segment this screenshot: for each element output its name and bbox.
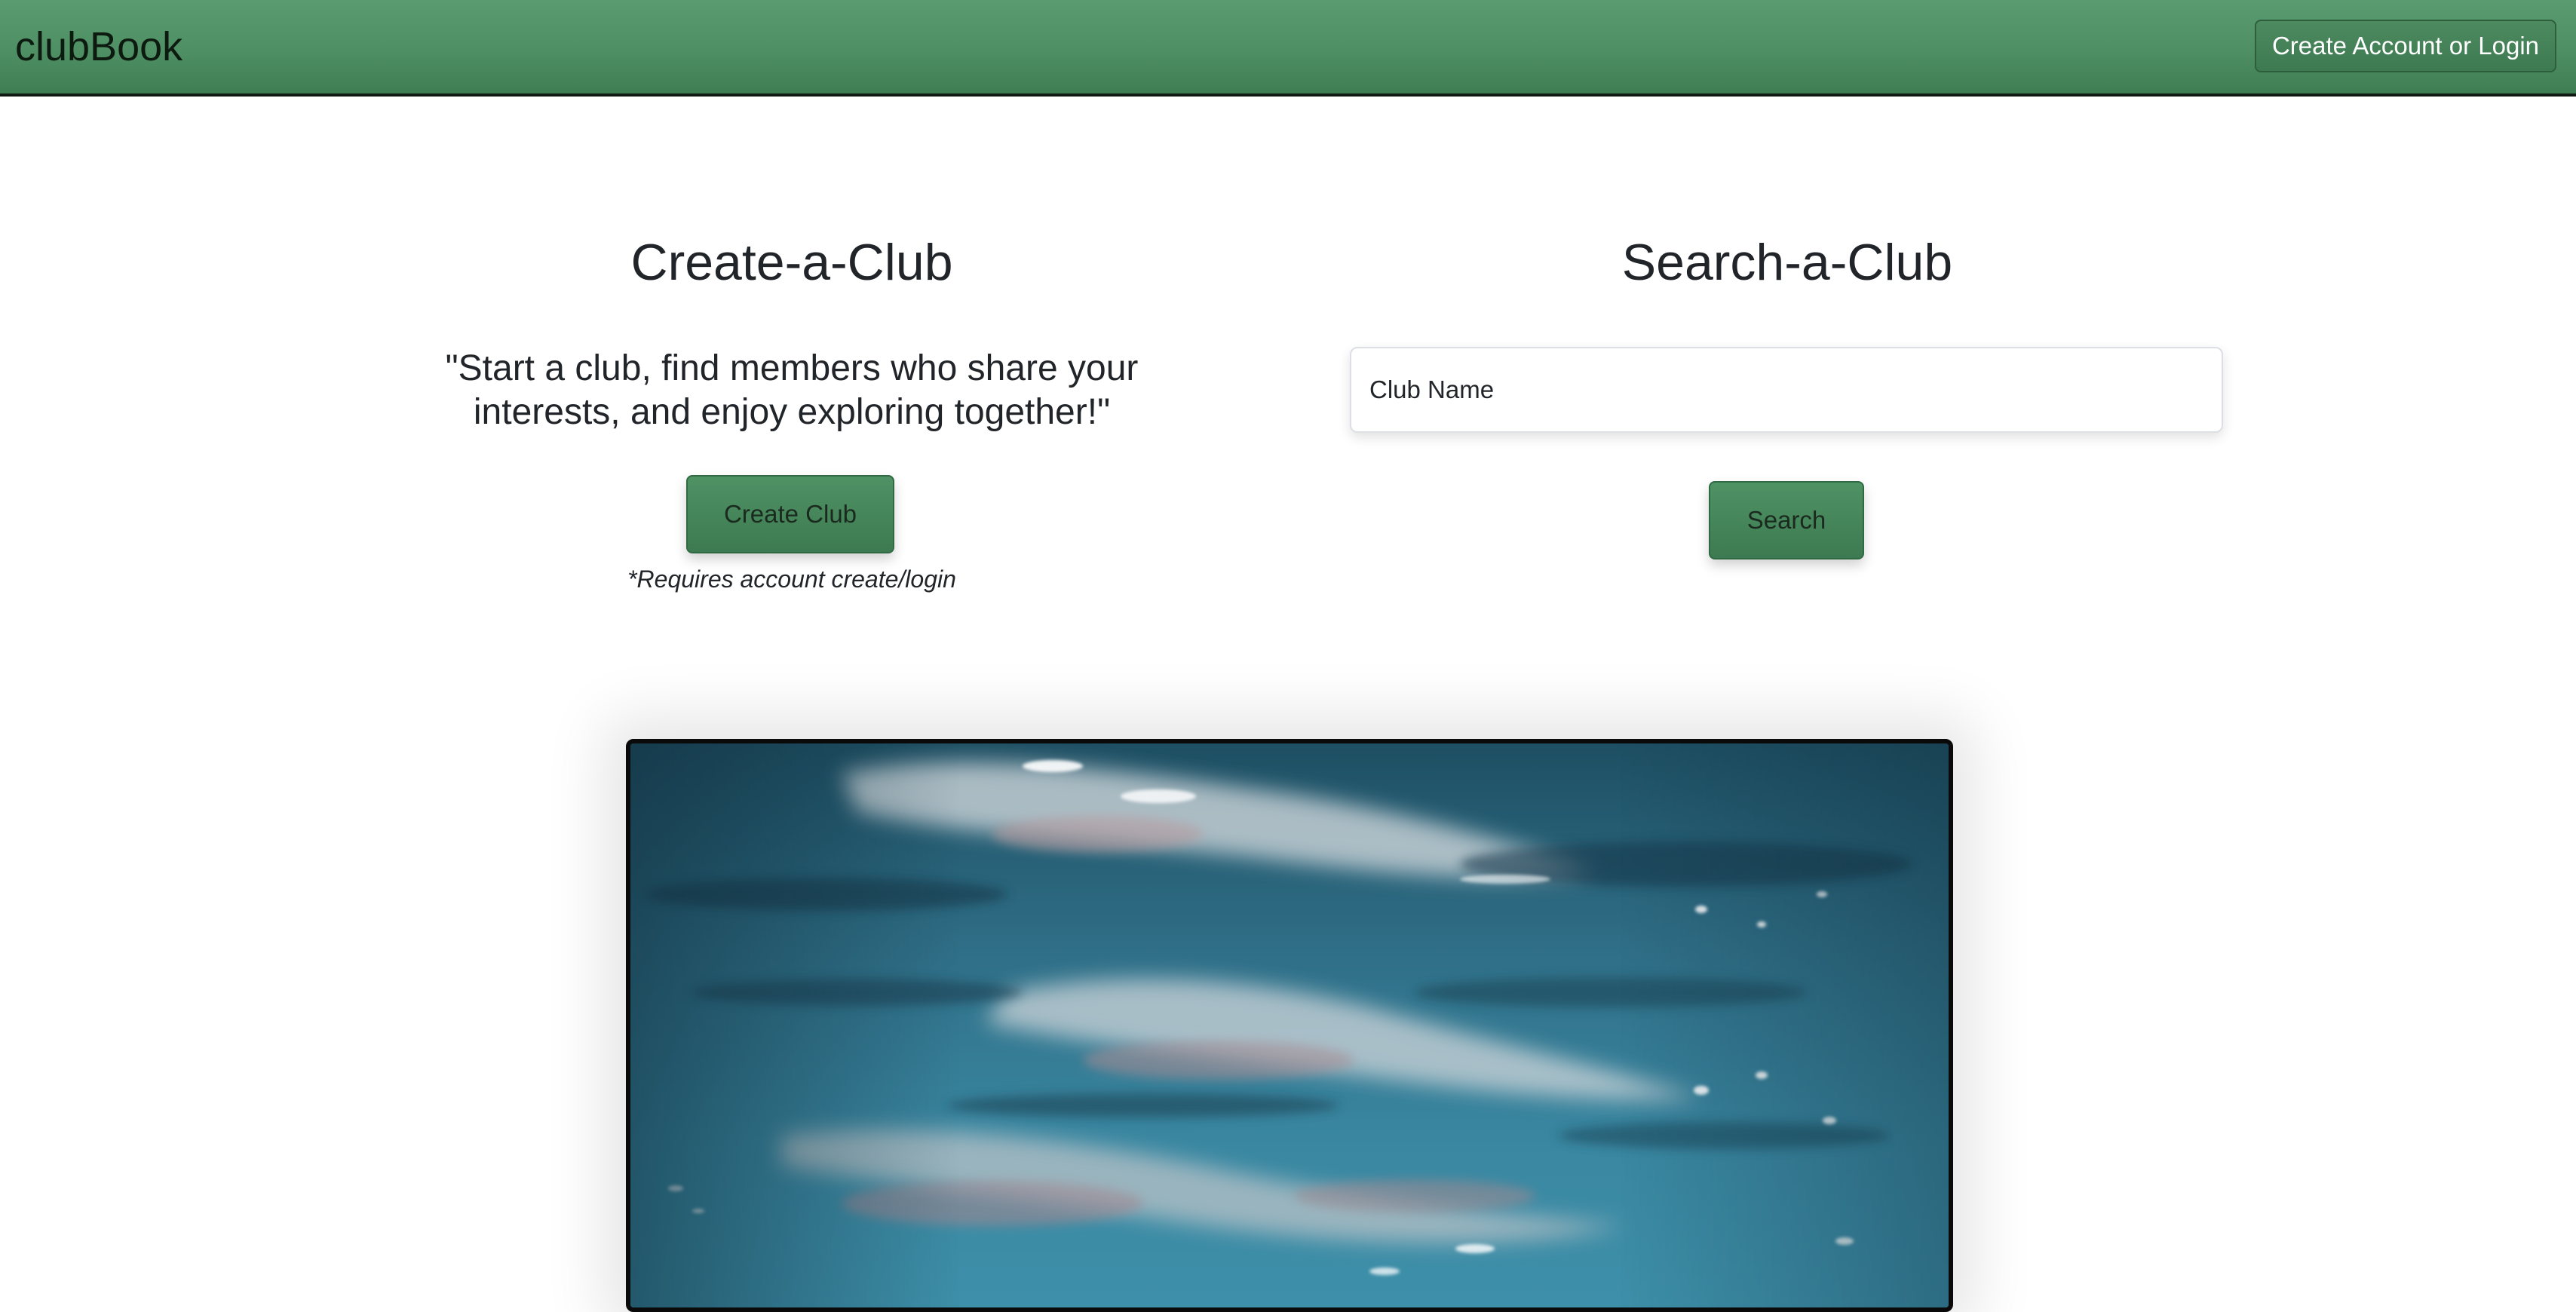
create-club-tagline: "Start a club, find members who share yo… (445, 348, 1139, 432)
create-club-section: Create-a-Club (422, 226, 1161, 299)
hero-image-frame (626, 739, 1953, 1312)
search-club-title: Search-a-Club (1621, 234, 1953, 291)
create-account-login-button[interactable]: Create Account or Login (2255, 20, 2556, 72)
underwater-surface-image (630, 743, 1949, 1307)
top-navbar: clubBook Create Account or Login (0, 0, 2576, 97)
create-club-title: Create-a-Club (630, 234, 953, 291)
brand-logo[interactable]: clubBook (15, 21, 182, 72)
create-club-button[interactable]: Create Club (686, 475, 894, 553)
search-button[interactable]: Search (1709, 481, 1864, 559)
club-name-search-input[interactable] (1350, 347, 2223, 433)
requires-account-note: *Requires account create/login (627, 566, 956, 593)
search-club-section: Search-a-Club (1350, 226, 2225, 299)
